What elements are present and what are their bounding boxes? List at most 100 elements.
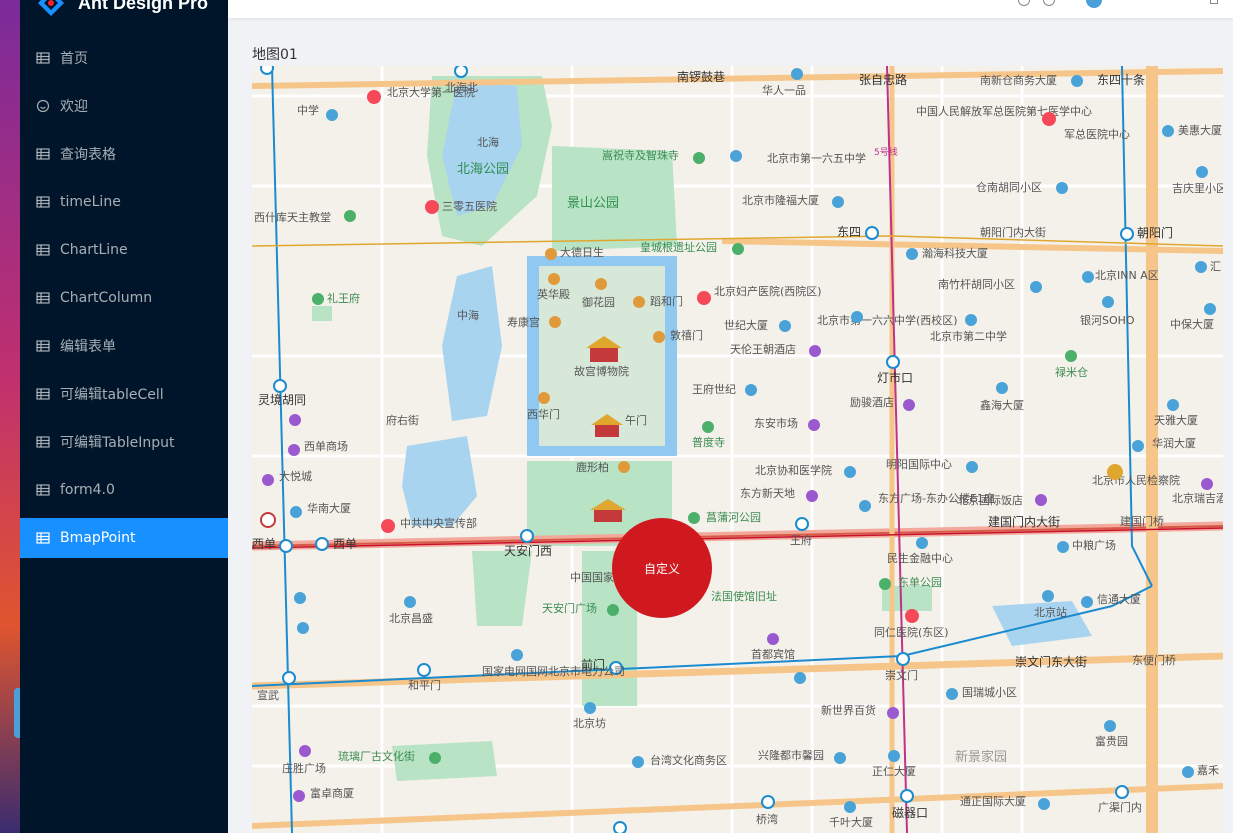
label-national-museum: 中国国家 <box>570 570 614 584</box>
menu-item-10[interactable]: BmapPoint <box>20 518 228 558</box>
park-liwangfu <box>312 306 332 321</box>
label-chaoyangmen: 朝阳门 <box>1137 225 1173 240</box>
menu-item-5[interactable]: ChartColumn <box>20 278 228 318</box>
label-inn-a: 北京INN A区 <box>1095 268 1159 282</box>
label-fugui-garden: 富贵园 <box>1095 734 1128 748</box>
label-fuzhuo-mall: 富卓商厦 <box>310 786 354 800</box>
label-xinhai-building: 鑫海大厦 <box>980 398 1024 412</box>
label-wangfu: 王府 <box>790 533 812 547</box>
label-qiaowan: 桥湾 <box>756 812 778 826</box>
menu-item-label: BmapPoint <box>60 530 136 546</box>
label-fuyoujie: 府右街 <box>386 413 419 427</box>
question-icon[interactable] <box>1043 0 1055 6</box>
label-procuratorate: 北京市人民检察院 <box>1092 473 1180 487</box>
label-liulichang: 琉璃厂古文化街 <box>338 749 415 763</box>
label-xidan-mall: 西单商场 <box>304 439 348 453</box>
label-beijing-station: 北京站 <box>1034 605 1067 619</box>
label-army-hospital: 军总医院中心 <box>1064 127 1130 141</box>
label-xintong-building: 信通大厦 <box>1097 592 1141 606</box>
label-changpu-river-park: 菖蒲河公园 <box>706 510 761 524</box>
label-166-middle-school: 北京市第一六六中学(西校区) <box>817 313 958 327</box>
label-yinghua-hall: 英华殿 <box>537 287 570 301</box>
label-dongan-market: 东安市场 <box>754 416 798 430</box>
table-icon <box>36 291 50 305</box>
label-daohe-gate: 蹈和门 <box>650 294 683 308</box>
label-cofco-plaza: 中粮广场 <box>1072 538 1116 552</box>
table-icon <box>36 387 50 401</box>
label-line-5: 5号线 <box>874 146 898 158</box>
menu-item-9[interactable]: form4.0 <box>20 470 228 510</box>
label-hanhai-tech: 瀚海科技大厦 <box>922 246 988 260</box>
label-xinglong-garden: 兴隆都市馨园 <box>758 748 824 762</box>
lake-nanhai <box>402 436 477 526</box>
menu-item-0[interactable]: 首页 <box>20 38 228 78</box>
avatar[interactable] <box>1086 0 1102 8</box>
menu-item-label: 查询表格 <box>60 147 116 163</box>
label-pla-hospital: 中国人民解放军总医院第七医学中心 <box>916 104 1092 118</box>
label-capital-hotel: 首都宾馆 <box>751 647 795 661</box>
label-hepingmen: 和平门 <box>408 678 441 692</box>
label-st-regis: 北京瑞吉酒店 <box>1172 491 1223 505</box>
menu-item-label: timeLine <box>60 194 121 210</box>
logo[interactable]: Ant Design Pro <box>36 0 208 20</box>
label-jiqingli: 吉庆里小区 <box>1172 181 1223 195</box>
label-longfu-building: 北京市隆福大厦 <box>742 193 819 207</box>
label-pumc: 北京协和医学院 <box>755 463 832 477</box>
label-tiananmen-west: 天安门西 <box>504 543 552 558</box>
poi-markers <box>260 68 1216 813</box>
sidebar: Ant Design Pro 首页欢迎查询表格 timeLine ChartLine… <box>20 0 228 833</box>
map-canvas: 北京大学第一医院 北海北 北海 北海公园 嵩祝寺及智珠寺 景山公园 南锣鼓巷 华… <box>252 66 1223 833</box>
search-icon[interactable] <box>1018 0 1030 6</box>
label-oriental-plaza-mall: 东方新天地 <box>740 486 795 500</box>
label-xuanwu: 宣武 <box>257 688 279 702</box>
label-xishiku-church: 西什库天主教堂 <box>254 211 331 224</box>
label-xidan-station: 西单 <box>252 537 276 551</box>
app-title: Ant Design Pro <box>78 0 209 13</box>
label-guorui-city: 国瑞城小区 <box>962 685 1017 699</box>
label-zhangzizhong-road: 张自忠路 <box>859 72 907 87</box>
label-dade-risheng: 大德日生 <box>560 245 604 259</box>
menu-item-6[interactable]: 编辑表单 <box>20 326 228 366</box>
label-dongsi: 东四 <box>837 225 861 239</box>
page-title: 地图01 <box>252 47 298 63</box>
top-header <box>228 0 1233 18</box>
table-icon <box>36 243 50 257</box>
label-songzhu-temple: 嵩祝寺及智珠寺 <box>602 148 679 162</box>
label-165-middle-school: 北京市第一六五中学 <box>767 151 866 165</box>
label-jianguomen-bridge: 建国门桥 <box>1120 514 1164 528</box>
label-jiahe: 嘉禾 <box>1197 763 1219 777</box>
label-dongsishitiao: 东四十条 <box>1097 73 1145 87</box>
label-meridian-gate: 午门 <box>625 413 647 427</box>
label-tiananmen-square: 天安门广场 <box>542 601 597 615</box>
menu-item-label: 可编辑TableInput <box>60 435 175 451</box>
menu-item-label: form4.0 <box>60 482 115 498</box>
label-zhongbao-building: 中保大厦 <box>1170 317 1214 331</box>
label-joy-city: 大悦城 <box>279 469 312 483</box>
label-zhonghai: 中海 <box>457 308 479 322</box>
language-icon[interactable] <box>1210 0 1218 4</box>
label-wangfu-century: 王府世纪 <box>692 382 736 396</box>
table-icon <box>36 435 50 449</box>
baidu-map[interactable]: 北京大学第一医院 北海北 北海 北海公园 嵩祝寺及智珠寺 景山公园 南锣鼓巷 华… <box>252 66 1223 833</box>
menu-item-2[interactable]: 查询表格 <box>20 134 228 174</box>
label-nanxincang: 南新仓商务大厦 <box>980 73 1057 87</box>
menu-item-3[interactable]: timeLine <box>20 182 228 222</box>
menu-item-label: 可编辑tableCell <box>60 387 164 403</box>
label-french-legation: 法国使馆旧址 <box>711 589 777 603</box>
label-xihuamen: 西华门 <box>527 407 560 421</box>
menu-item-label: 欢迎 <box>60 99 88 115</box>
menu-item-4[interactable]: ChartLine <box>20 230 228 270</box>
label-hui: 汇 <box>1210 260 1221 273</box>
label-dengshikou: 灯市口 <box>877 370 913 385</box>
park-west <box>472 551 532 626</box>
label-minsheng-center: 民生金融中心 <box>887 551 953 565</box>
label-pudu-temple: 普度寺 <box>692 435 725 449</box>
label-middle-school: 中学 <box>297 103 319 117</box>
menu-item-1[interactable]: 欢迎 <box>20 86 228 126</box>
menu-item-8[interactable]: 可编辑TableInput <box>20 422 228 462</box>
menu-item-7[interactable]: 可编辑tableCell <box>20 374 228 414</box>
label-changsheng: 北京昌盛 <box>389 611 433 625</box>
custom-marker[interactable]: 自定义 <box>612 518 712 618</box>
label-dunxi-gate: 敦禧门 <box>670 328 703 342</box>
label-lumicang: 禄米仓 <box>1055 365 1088 379</box>
